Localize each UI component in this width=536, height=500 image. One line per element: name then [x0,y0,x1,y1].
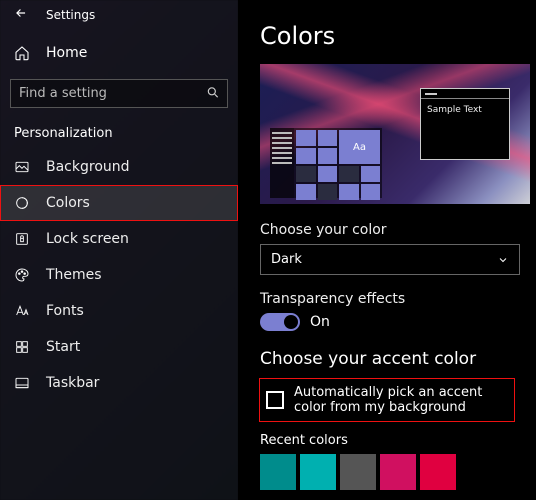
main-content: Colors Sample Text Aa Choose your color … [238,0,536,500]
color-preview: Sample Text Aa [260,64,530,204]
sidebar-item-label: Fonts [46,303,84,319]
color-swatch[interactable] [380,454,416,490]
section-label: Personalization [0,116,238,149]
start-menu-mock: Aa [270,128,382,198]
auto-pick-accent-row[interactable]: Automatically pick an accent color from … [260,379,514,421]
chevron-down-icon [497,254,509,266]
sidebar-item-label: Taskbar [46,375,99,391]
colors-icon [14,195,30,211]
lockscreen-icon [14,231,30,247]
auto-pick-checkbox[interactable] [266,391,284,409]
sidebar-item-label: Lock screen [46,231,129,247]
sidebar-item-themes[interactable]: Themes [0,257,238,293]
background-icon [14,159,30,175]
themes-icon [14,267,30,283]
auto-pick-label: Automatically pick an accent color from … [294,385,508,415]
sidebar-item-label: Start [46,339,80,355]
accent-header: Choose your accent color [260,349,514,369]
transparency-label: Transparency effects [260,291,514,307]
sidebar-item-label: Themes [46,267,102,283]
recent-colors [260,454,514,490]
titlebar: Settings [0,0,238,27]
sidebar-item-start[interactable]: Start [0,329,238,365]
page-title: Colors [260,22,514,50]
sidebar-item-fonts[interactable]: Fonts [0,293,238,329]
app-title: Settings [46,8,95,22]
transparency-toggle[interactable] [260,313,300,331]
fonts-icon [14,303,30,319]
sample-text: Sample Text [421,99,509,121]
taskbar-icon [14,375,30,391]
sidebar-item-lockscreen[interactable]: Lock screen [0,221,238,257]
sidebar: Settings Home Personalization Background… [0,0,238,500]
search-box[interactable] [10,79,228,108]
sample-window: Sample Text [420,88,510,160]
start-icon [14,339,30,355]
color-swatch[interactable] [300,454,336,490]
home-button[interactable]: Home [0,35,238,71]
back-icon[interactable] [14,6,28,23]
choose-color-label: Choose your color [260,222,514,238]
sidebar-item-label: Colors [46,195,90,211]
sidebar-item-label: Background [46,159,130,175]
color-swatch[interactable] [420,454,456,490]
choose-color-dropdown[interactable]: Dark [260,244,520,275]
color-swatch[interactable] [340,454,376,490]
sidebar-item-background[interactable]: Background [0,149,238,185]
nav-list: Background Colors Lock screen Themes Fonts St… [0,149,238,401]
recent-colors-label: Recent colors [260,433,514,448]
home-label: Home [46,45,87,61]
home-icon [14,45,30,61]
choose-color-value: Dark [271,252,302,267]
color-swatch[interactable] [260,454,296,490]
sidebar-item-colors[interactable]: Colors [0,185,238,221]
transparency-state: On [310,314,330,330]
search-input[interactable] [10,79,228,108]
sidebar-item-taskbar[interactable]: Taskbar [0,365,238,401]
